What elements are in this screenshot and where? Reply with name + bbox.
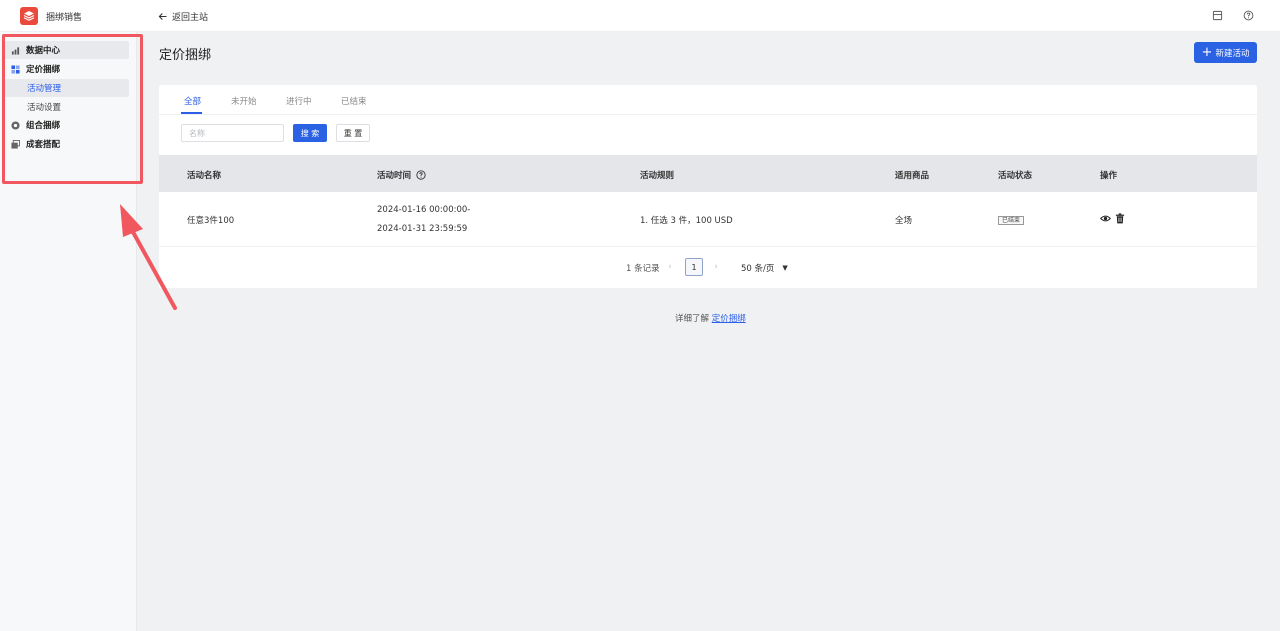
col-header-rule: 活动规则 xyxy=(640,171,675,181)
new-activity-button[interactable]: + 新建活动 xyxy=(1194,42,1257,63)
stack-icon xyxy=(10,139,20,149)
sidebar-item-label: 成套搭配 xyxy=(26,140,61,150)
sidebar-item-combo-bundle[interactable]: 组合捆绑 xyxy=(5,116,129,134)
app-logo-icon xyxy=(20,7,38,25)
caret-down-icon: ▼ xyxy=(782,264,788,272)
reset-button[interactable]: 重 置 xyxy=(336,124,370,142)
table-header: 活动名称 活动时间 活动规则 适用商品 活动状态 操作 xyxy=(159,155,1257,192)
sidebar-item-set-match[interactable]: 成套搭配 xyxy=(5,135,129,153)
sidebar-item-activity-settings[interactable]: 活动设置 xyxy=(5,98,129,116)
sidebar-item-pricing-bundle[interactable]: 定价捆绑 xyxy=(5,60,129,78)
tab-all[interactable]: 全部 xyxy=(184,95,201,107)
status-badge: 已结束 xyxy=(998,216,1025,225)
top-bar: 捆绑销售 返回主站 xyxy=(0,0,1280,32)
search-button[interactable]: 搜 索 xyxy=(293,124,327,142)
plus-icon: + xyxy=(1201,45,1213,60)
name-search-input[interactable] xyxy=(181,124,284,142)
help-icon[interactable] xyxy=(1243,10,1255,22)
footer-note: 详细了解 定价捆绑 xyxy=(675,312,746,324)
store-icon[interactable] xyxy=(1212,10,1224,22)
activity-card: 全部 未开始 进行中 已结束 搜 索 重 置 活动名称 活动时间 活动规则 适用… xyxy=(159,85,1257,288)
prev-page-icon[interactable]: ‹ xyxy=(663,260,677,274)
eye-icon[interactable] xyxy=(1100,213,1111,224)
col-header-time-label: 活动时间 xyxy=(377,171,412,181)
activity-time-end: 2024-01-31 23:59:59 xyxy=(377,224,468,234)
arrow-left-icon xyxy=(158,13,167,20)
footer-text: 详细了解 xyxy=(675,314,710,324)
status-tabs: 全部 未开始 进行中 已结束 xyxy=(159,85,1257,115)
pagination-total: 1 条记录 xyxy=(626,264,660,274)
activity-rule: 1. 任选 3 件，100 USD xyxy=(640,216,733,226)
tab-in-progress[interactable]: 进行中 xyxy=(286,95,312,107)
sidebar-item-label: 数据中心 xyxy=(26,46,61,56)
circle-dot-icon xyxy=(10,120,20,130)
tab-ended[interactable]: 已结束 xyxy=(341,95,367,107)
tab-not-started[interactable]: 未开始 xyxy=(231,95,257,107)
page-size-select[interactable]: 50 条/页 ▼ xyxy=(741,262,788,274)
page-title: 定价捆绑 xyxy=(159,48,212,63)
activity-products: 全场 xyxy=(895,216,913,226)
grid-icon xyxy=(10,64,20,74)
col-header-actions: 操作 xyxy=(1100,171,1118,181)
col-header-products: 适用商品 xyxy=(895,171,930,181)
col-header-status: 活动状态 xyxy=(998,171,1033,181)
back-to-main-link[interactable]: 返回主站 xyxy=(158,10,208,23)
back-label: 返回主站 xyxy=(172,13,209,23)
activity-time-start: 2024-01-16 00:00:00- xyxy=(377,205,471,215)
col-header-name: 活动名称 xyxy=(187,171,222,181)
sidebar: 数据中心 定价捆绑 活动管理 活动设置 组合捆绑 成套搭配 xyxy=(0,32,137,631)
next-page-icon[interactable]: › xyxy=(709,260,723,274)
activity-name: 任意3件100 xyxy=(187,216,235,226)
col-header-time: 活动时间 xyxy=(377,169,426,181)
help-icon[interactable] xyxy=(416,170,426,180)
brand[interactable]: 捆绑销售 xyxy=(20,7,82,25)
sidebar-item-activity-management[interactable]: 活动管理 xyxy=(5,79,129,97)
new-activity-label: 新建活动 xyxy=(1215,48,1250,59)
trash-icon[interactable] xyxy=(1115,213,1126,224)
app-name: 捆绑销售 xyxy=(46,12,83,23)
pricing-bundle-link[interactable]: 定价捆绑 xyxy=(712,314,746,324)
sidebar-item-data-center[interactable]: 数据中心 xyxy=(5,41,129,59)
page-size-label: 50 条/页 xyxy=(741,264,775,274)
sidebar-item-label: 定价捆绑 xyxy=(26,65,61,75)
table-row: 任意3件100 2024-01-16 00:00:00- 2024-01-31 … xyxy=(159,192,1257,247)
tab-underline xyxy=(181,112,202,114)
sidebar-item-label: 组合捆绑 xyxy=(26,121,61,131)
page-number-button[interactable]: 1 xyxy=(685,258,703,276)
bar-chart-icon xyxy=(10,45,20,55)
